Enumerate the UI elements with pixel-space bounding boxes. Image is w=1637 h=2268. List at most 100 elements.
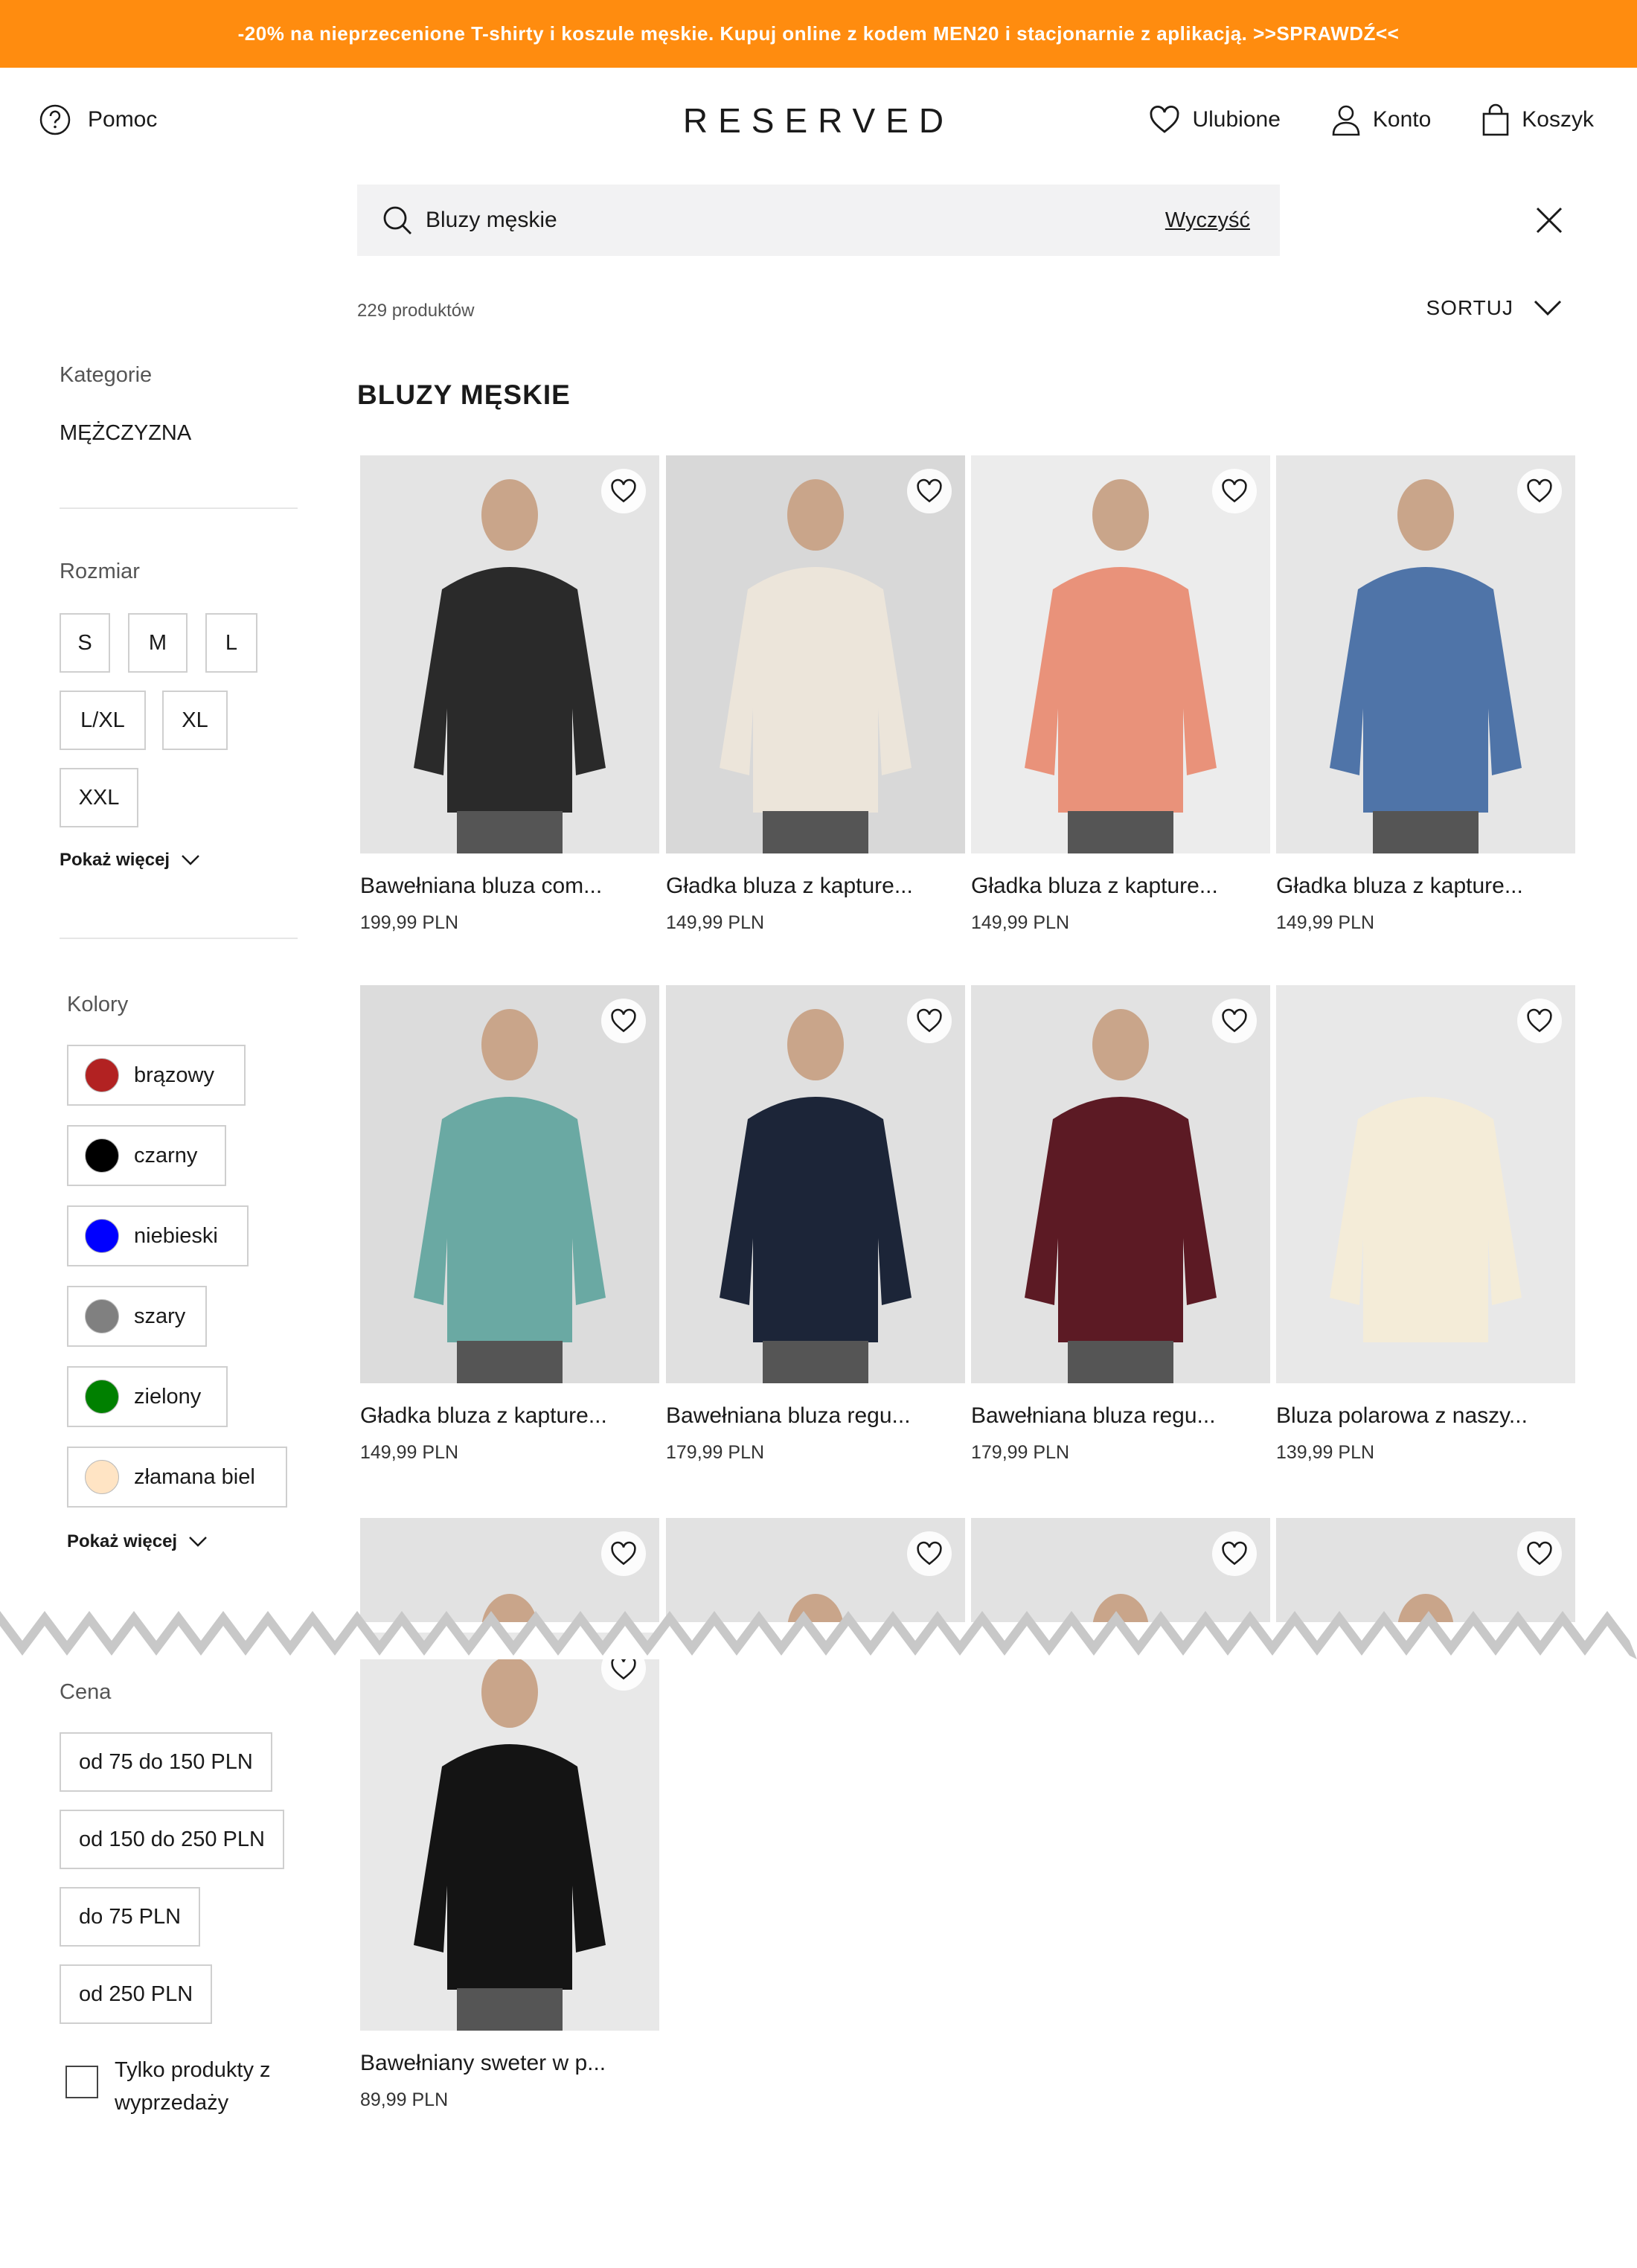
- product-figure: [1025, 1009, 1217, 1383]
- sizes-show-more-button[interactable]: Pokaż więcej: [60, 850, 201, 871]
- category-link[interactable]: MĘŻCZYZNA: [60, 421, 191, 446]
- color-chip[interactable]: brązowy: [67, 1045, 246, 1106]
- price-chip[interactable]: od 250 PLN: [60, 1964, 213, 2024]
- product-name[interactable]: Bawełniany sweter w p...: [360, 2051, 606, 2076]
- search-input[interactable]: [426, 208, 1165, 233]
- add-to-favorites-button[interactable]: [601, 469, 646, 513]
- account-link[interactable]: Konto: [1331, 103, 1431, 136]
- product-image[interactable]: [360, 1633, 659, 2031]
- color-label: złamana biel: [134, 1464, 255, 1489]
- color-swatch: [85, 1219, 119, 1253]
- product-image[interactable]: [666, 455, 965, 853]
- product-name[interactable]: Bawełniana bluza com...: [360, 874, 602, 899]
- garment-shape: [414, 567, 606, 813]
- account-label: Konto: [1372, 107, 1432, 132]
- user-icon: [1332, 105, 1360, 136]
- heart-icon: [1222, 1008, 1247, 1033]
- add-to-favorites-button[interactable]: [1517, 999, 1562, 1043]
- product-image[interactable]: [666, 985, 965, 1383]
- product-figure: [720, 479, 912, 853]
- color-swatch: [85, 1138, 119, 1173]
- sale-only-checkbox[interactable]: [65, 2066, 98, 2098]
- model-head: [1092, 479, 1149, 551]
- add-to-favorites-button[interactable]: [601, 999, 646, 1043]
- model-head: [787, 1009, 844, 1080]
- color-chip[interactable]: czarny: [67, 1125, 226, 1186]
- product-name[interactable]: Bawełniana bluza regu...: [666, 1403, 911, 1429]
- price-chip[interactable]: od 150 do 250 PLN: [60, 1810, 284, 1869]
- cart-link[interactable]: Koszyk: [1481, 103, 1594, 136]
- model-legs: [763, 811, 868, 853]
- heart-icon: [1150, 106, 1179, 133]
- sort-button[interactable]: SORTUJ: [1426, 296, 1563, 320]
- close-icon[interactable]: [1533, 204, 1566, 237]
- clear-search-button[interactable]: Wyczyść: [1165, 208, 1250, 233]
- add-to-favorites-button[interactable]: [907, 1531, 952, 1576]
- size-chip[interactable]: M: [128, 613, 188, 673]
- add-to-favorites-button[interactable]: [907, 999, 952, 1043]
- price-chip[interactable]: od 75 do 150 PLN: [60, 1732, 272, 1792]
- product-image[interactable]: [1276, 455, 1575, 853]
- cart-label: Koszyk: [1522, 107, 1594, 132]
- add-to-favorites-button[interactable]: [1212, 1531, 1257, 1576]
- size-chip[interactable]: XXL: [60, 768, 138, 827]
- product-name[interactable]: Gładka bluza z kapture...: [1276, 874, 1523, 899]
- product-price: 149,99 PLN: [1276, 912, 1375, 933]
- show-more-label: Pokaż więcej: [60, 850, 170, 870]
- product-name[interactable]: Gładka bluza z kapture...: [360, 1403, 607, 1429]
- heart-icon: [1222, 478, 1247, 503]
- add-to-favorites-button[interactable]: [1212, 469, 1257, 513]
- add-to-favorites-button[interactable]: [601, 1531, 646, 1576]
- size-chip[interactable]: S: [60, 613, 110, 673]
- product-image[interactable]: [360, 985, 659, 1383]
- garment-shape: [1025, 567, 1217, 813]
- product-image[interactable]: [360, 455, 659, 853]
- divider: [60, 507, 298, 509]
- chevron-down-icon: [189, 1537, 207, 1547]
- color-swatch: [85, 1299, 119, 1333]
- promo-banner[interactable]: -20% na nieprzecenione T-shirty i koszul…: [0, 0, 1637, 68]
- colors-show-more-button[interactable]: Pokaż więcej: [67, 1531, 208, 1552]
- color-chip[interactable]: szary: [67, 1286, 207, 1347]
- product-name[interactable]: Bluza polarowa z naszy...: [1276, 1403, 1528, 1429]
- color-swatch: [85, 1380, 119, 1414]
- product-name[interactable]: Gładka bluza z kapture...: [971, 874, 1218, 899]
- add-to-favorites-button[interactable]: [1517, 1531, 1562, 1576]
- heart-icon: [1527, 1541, 1552, 1566]
- product-figure: [414, 1656, 606, 2031]
- size-heading: Rozmiar: [60, 560, 140, 583]
- color-chip[interactable]: niebieski: [67, 1205, 249, 1266]
- model-head: [481, 479, 538, 551]
- model-legs: [1068, 811, 1173, 853]
- favorites-link[interactable]: Ulubione: [1149, 105, 1281, 135]
- show-more-label: Pokaż więcej: [67, 1531, 178, 1551]
- color-chip[interactable]: złamana biel: [67, 1447, 287, 1508]
- product-image[interactable]: [1276, 985, 1575, 1383]
- model-head: [481, 1009, 538, 1080]
- product-price: 179,99 PLN: [971, 1442, 1070, 1463]
- add-to-favorites-button[interactable]: [1517, 469, 1562, 513]
- product-image[interactable]: [971, 985, 1270, 1383]
- size-chip[interactable]: L: [205, 613, 257, 673]
- garment-shape: [414, 1097, 606, 1342]
- color-label: szary: [134, 1304, 186, 1328]
- product-image[interactable]: [971, 455, 1270, 853]
- heart-icon: [1527, 478, 1552, 503]
- categories-heading: Kategorie: [60, 363, 153, 387]
- model-head: [1397, 479, 1454, 551]
- size-chip[interactable]: XL: [162, 691, 228, 750]
- product-name[interactable]: Bawełniana bluza regu...: [971, 1403, 1216, 1429]
- add-to-favorites-button[interactable]: [907, 469, 952, 513]
- add-to-favorites-button[interactable]: [1212, 999, 1257, 1043]
- model-legs: [457, 811, 563, 853]
- promo-text[interactable]: -20% na nieprzecenione T-shirty i koszul…: [238, 22, 1400, 45]
- color-chip[interactable]: zielony: [67, 1366, 228, 1427]
- sale-only-label: Tylko produkty z wyprzedaży: [115, 2058, 271, 2115]
- product-name[interactable]: Gładka bluza z kapture...: [666, 874, 913, 899]
- sale-only-filter[interactable]: Tylko produkty z wyprzedaży: [65, 2054, 311, 2119]
- size-chip[interactable]: L/XL: [60, 691, 146, 750]
- garment-shape: [1025, 1097, 1217, 1342]
- search-icon: [383, 206, 411, 234]
- price-chip[interactable]: do 75 PLN: [60, 1887, 201, 1947]
- heart-icon: [1527, 1008, 1552, 1033]
